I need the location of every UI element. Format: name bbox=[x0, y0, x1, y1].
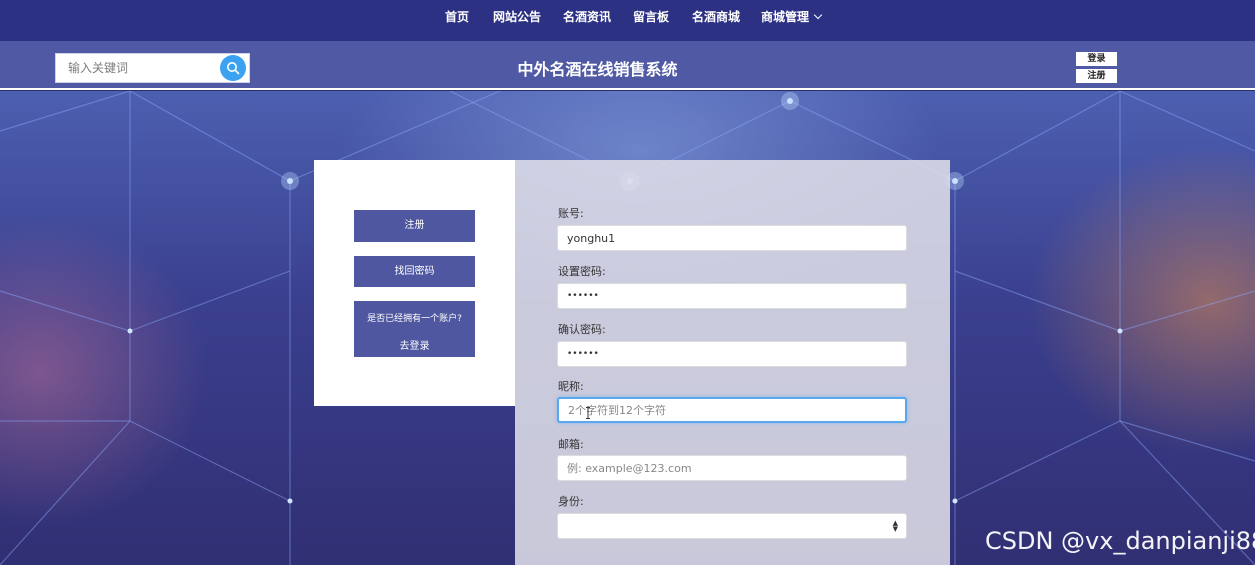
recover-password-button[interactable]: 找回密码 bbox=[354, 256, 475, 287]
nickname-input[interactable] bbox=[557, 397, 907, 423]
identity-select[interactable]: ▲ ▼ bbox=[557, 513, 907, 539]
nav-item-shop-admin[interactable]: 商城管理 bbox=[761, 0, 823, 34]
nav-item-shop-admin-label: 商城管理 bbox=[761, 10, 810, 24]
top-nav: 首页 网站公告 名酒资讯 留言板 名酒商城 商城管理 bbox=[0, 0, 1255, 41]
header-login-button[interactable]: 登录 bbox=[1076, 52, 1117, 66]
nickname-label: 昵称: bbox=[558, 380, 584, 393]
select-arrows-icon: ▲ ▼ bbox=[892, 519, 898, 533]
account-label: 账号: bbox=[558, 207, 584, 220]
nav-item-message-board[interactable]: 留言板 bbox=[633, 0, 669, 34]
go-login-button[interactable]: 是否已经拥有一个账户? 去登录 bbox=[354, 301, 475, 357]
watermark: CSDN @vx_danpianji889 bbox=[985, 527, 1255, 555]
nav-item-news[interactable]: 名酒资讯 bbox=[563, 0, 611, 34]
password-input[interactable]: •••••• bbox=[557, 283, 907, 309]
have-account-text: 是否已经拥有一个账户? bbox=[367, 314, 462, 324]
site-title: 中外名酒在线销售系统 bbox=[517, 60, 678, 79]
password-label: 设置密码: bbox=[558, 265, 606, 278]
confirm-password-input[interactable]: •••••• bbox=[557, 341, 907, 367]
nav-item-home[interactable]: 首页 bbox=[445, 0, 469, 34]
confirm-password-label: 确认密码: bbox=[558, 323, 606, 336]
email-label: 邮箱: bbox=[558, 438, 584, 451]
email-input[interactable] bbox=[557, 455, 907, 481]
nav-item-shop[interactable]: 名酒商城 bbox=[692, 0, 740, 34]
identity-label: 身份: bbox=[558, 495, 584, 508]
account-input[interactable] bbox=[557, 225, 907, 251]
register-form: 账号: 设置密码: •••••• 确认密码: •••••• 昵称: 邮箱: 身份… bbox=[515, 160, 950, 565]
header-bar: 中外名酒在线销售系统 登录 注册 bbox=[0, 41, 1255, 90]
go-login-label: 去登录 bbox=[399, 341, 430, 352]
side-panel: 注册 找回密码 是否已经拥有一个账户? 去登录 bbox=[314, 160, 515, 406]
nav-item-announcements[interactable]: 网站公告 bbox=[493, 0, 541, 34]
register-button[interactable]: 注册 bbox=[354, 210, 475, 242]
chevron-down-icon bbox=[813, 10, 823, 20]
header-register-button[interactable]: 注册 bbox=[1076, 69, 1117, 83]
text-cursor-icon bbox=[586, 407, 590, 419]
